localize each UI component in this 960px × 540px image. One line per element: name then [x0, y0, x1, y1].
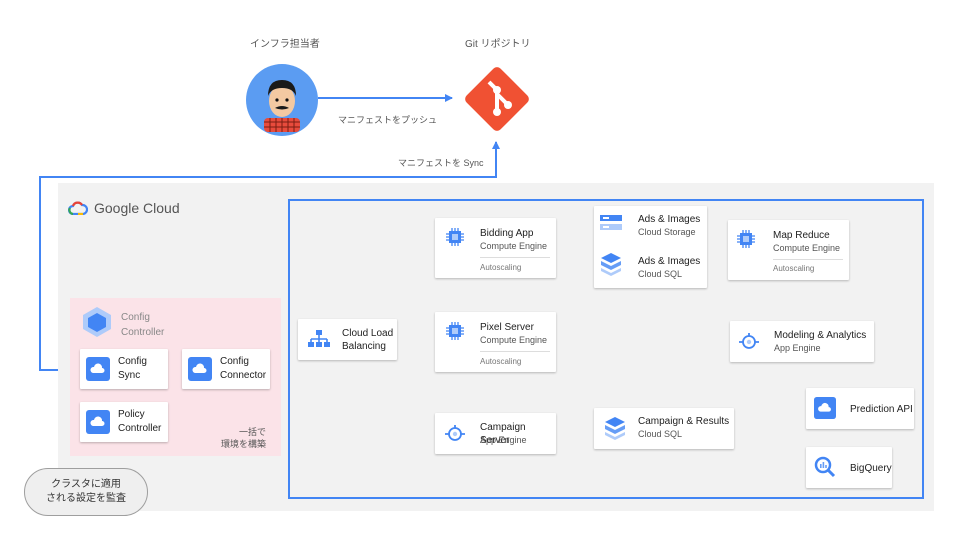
- pixel-server-autoscaling: Autoscaling: [480, 357, 522, 366]
- load-balancing-line2: Balancing: [342, 341, 386, 352]
- map-reduce-subtitle: Compute Engine: [773, 243, 841, 253]
- ads-storage-title: Ads & Images: [638, 214, 701, 225]
- config-sync-line2: Sync: [118, 370, 141, 381]
- pixel-server-card[interactable]: Pixel Server Compute Engine Autoscaling: [435, 312, 556, 372]
- audit-callout: クラスタに適用 される設定を監査: [24, 468, 148, 516]
- campaign-results-title: Campaign & Results: [638, 416, 730, 427]
- cloud-icon: [86, 357, 110, 381]
- config-connector-line2: Connector: [220, 370, 267, 381]
- google-cloud-brand: Google Cloud: [94, 200, 180, 216]
- campaign-server-subtitle: App Engine: [480, 435, 527, 445]
- config-connector-card[interactable]: Config Connector: [182, 349, 270, 389]
- map-reduce-title: Map Reduce: [773, 230, 830, 241]
- load-balancing-line1: Cloud Load: [342, 328, 394, 339]
- campaign-results-subtitle: Cloud SQL: [638, 429, 683, 439]
- bigquery-title: BigQuery: [850, 463, 892, 474]
- config-controller-title: Config Controller: [121, 310, 164, 340]
- policy-controller-line2: Controller: [118, 423, 162, 434]
- google-cloud-icon: [68, 201, 88, 215]
- app-engine-icon: [739, 333, 759, 349]
- ads-images-card[interactable]: Ads & Images Cloud Storage Ads & Images …: [594, 206, 707, 288]
- config-controller-icon: [83, 307, 111, 337]
- bigquery-icon: [814, 456, 836, 478]
- ads-sql-title: Ads & Images: [638, 256, 701, 267]
- campaign-results-card[interactable]: Campaign & Results Cloud SQL: [594, 408, 734, 449]
- sync-label: マニフェストを Sync: [398, 158, 484, 168]
- person-label: インフラ担当者: [250, 39, 320, 50]
- google-cloud-logo: Google Cloud: [68, 200, 180, 216]
- app-engine-icon: [445, 425, 465, 441]
- divider: [480, 351, 550, 352]
- bidding-app-autoscaling: Autoscaling: [480, 263, 522, 272]
- config-sync-line1: Config: [118, 356, 147, 367]
- prediction-api-card[interactable]: Prediction API: [806, 388, 914, 429]
- cloud-icon: [86, 410, 110, 434]
- bidding-app-subtitle: Compute Engine: [480, 241, 548, 251]
- cloud-icon: [814, 397, 836, 419]
- audit-callout-line2: される設定を監査: [46, 493, 126, 504]
- modeling-analytics-card[interactable]: Modeling & Analytics App Engine: [730, 321, 874, 362]
- compute-engine-icon: [737, 230, 755, 248]
- divider: [480, 257, 550, 258]
- policy-controller-line1: Policy: [118, 409, 145, 420]
- build-label-line2: 環境を構築: [220, 439, 266, 449]
- person-avatar-icon: [246, 64, 318, 136]
- load-balancing-card[interactable]: Cloud Load Balancing: [298, 319, 397, 360]
- load-balancer-icon: [308, 330, 330, 347]
- ads-storage-subtitle: Cloud Storage: [638, 227, 696, 237]
- cloud-icon: [188, 357, 212, 381]
- campaign-server-card[interactable]: Campaign Server App Engine: [435, 413, 556, 454]
- compute-engine-icon: [446, 322, 464, 340]
- cloud-storage-icon: [600, 215, 622, 230]
- bidding-app-title: Bidding App: [480, 228, 534, 239]
- config-connector-line1: Config: [220, 356, 249, 367]
- bidding-app-card[interactable]: Bidding App Compute Engine Autoscaling: [435, 218, 556, 278]
- modeling-analytics-subtitle: App Engine: [774, 343, 821, 353]
- map-reduce-autoscaling: Autoscaling: [773, 264, 815, 273]
- pixel-server-title: Pixel Server: [480, 322, 534, 333]
- pixel-server-subtitle: Compute Engine: [480, 335, 548, 345]
- prediction-api-title: Prediction API: [850, 404, 913, 415]
- build-label-line1: 一括で: [238, 427, 266, 437]
- config-controller-title-line1: Config: [121, 312, 150, 323]
- bigquery-card[interactable]: BigQuery: [806, 447, 892, 488]
- audit-callout-line1: クラスタに適用: [51, 479, 121, 490]
- cloud-sql-icon: [605, 417, 625, 440]
- config-sync-card[interactable]: Config Sync: [80, 349, 168, 389]
- build-label: 一括で 環境を構築: [214, 426, 266, 450]
- push-label: マニフェストをプッシュ: [338, 115, 438, 125]
- policy-controller-card[interactable]: Policy Controller: [80, 402, 168, 442]
- ads-sql-subtitle: Cloud SQL: [638, 269, 683, 279]
- git-label: Git リポジトリ: [465, 39, 531, 50]
- map-reduce-card[interactable]: Map Reduce Compute Engine Autoscaling: [728, 220, 849, 280]
- compute-engine-icon: [446, 228, 464, 246]
- git-logo-icon: [465, 67, 529, 131]
- cloud-sql-icon: [601, 253, 621, 276]
- divider: [773, 259, 843, 260]
- config-controller-title-line2: Controller: [121, 327, 165, 338]
- modeling-analytics-title: Modeling & Analytics: [774, 330, 867, 341]
